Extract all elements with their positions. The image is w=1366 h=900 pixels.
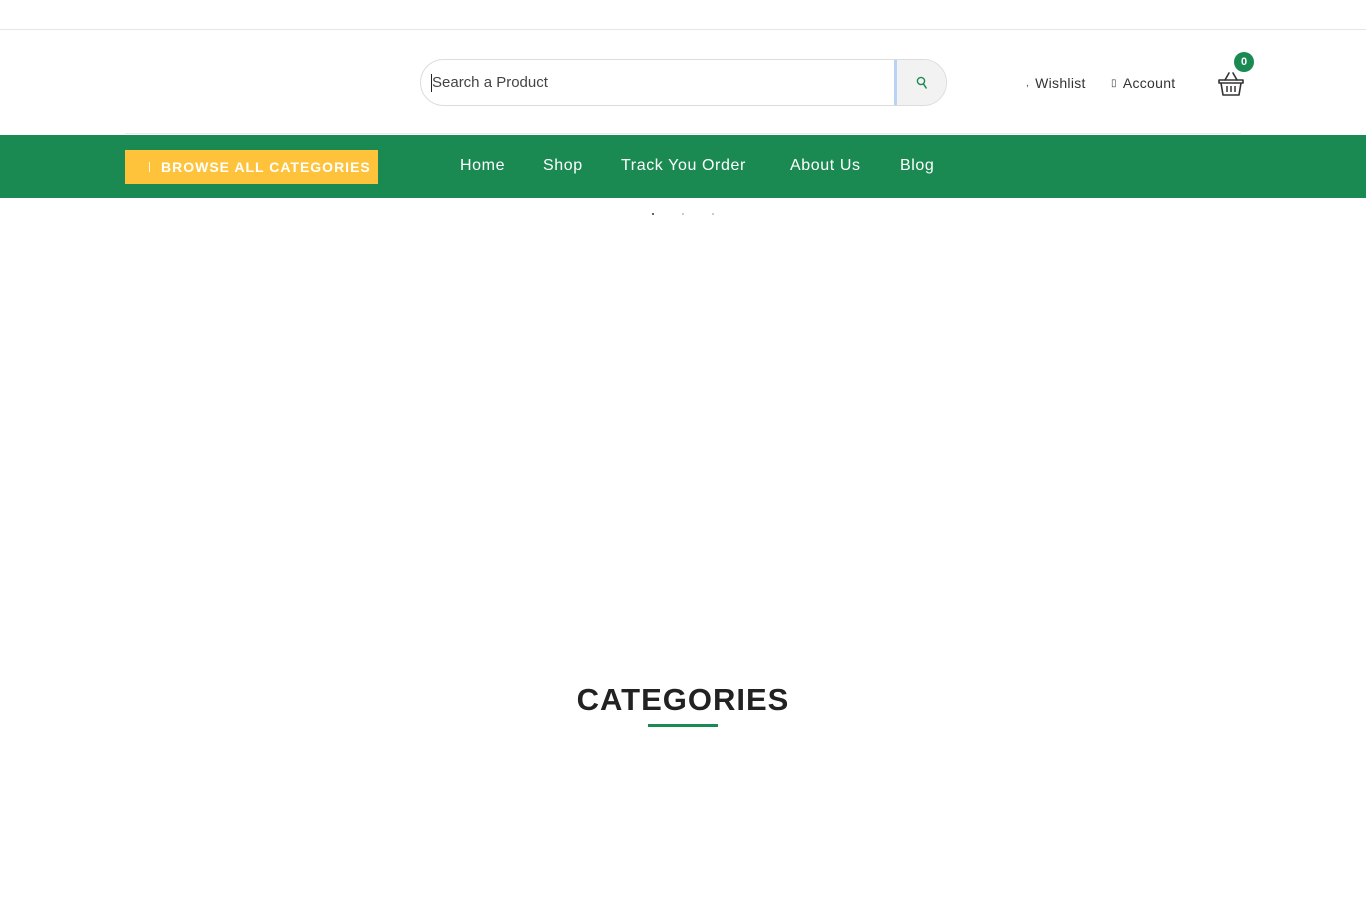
slider-dot[interactable] bbox=[712, 213, 714, 215]
heart-icon: , bbox=[1026, 77, 1030, 89]
browse-categories-label: BROWSE ALL CATEGORIES bbox=[161, 159, 371, 175]
slider-dot[interactable] bbox=[682, 213, 684, 215]
search-input[interactable] bbox=[421, 60, 895, 105]
nav-item-track-order[interactable]: Track You Order bbox=[621, 157, 746, 177]
nav-item-blog[interactable]: Blog bbox=[900, 157, 934, 177]
user-icon: ▯ bbox=[1111, 77, 1117, 89]
wishlist-link[interactable]: , Wishlist bbox=[1026, 74, 1086, 92]
search-button[interactable] bbox=[897, 60, 946, 105]
section-title-underline bbox=[648, 724, 718, 727]
browse-categories-button[interactable]: BROWSE ALL CATEGORIES bbox=[125, 150, 378, 184]
search-bar bbox=[420, 59, 947, 106]
account-link[interactable]: ▯ Account bbox=[1111, 74, 1176, 92]
top-bar bbox=[0, 0, 1366, 30]
cart-count-badge: 0 bbox=[1234, 52, 1254, 72]
search-icon bbox=[916, 76, 928, 90]
slider-dot[interactable] bbox=[652, 213, 654, 215]
nav-item-shop[interactable]: Shop bbox=[543, 157, 583, 177]
hero-slider bbox=[0, 199, 1366, 659]
header-divider bbox=[125, 133, 1241, 134]
account-label: Account bbox=[1122, 75, 1176, 91]
slider-pagination bbox=[650, 213, 720, 217]
categories-section-title: CATEGORIES bbox=[576, 682, 790, 717]
wishlist-label: Wishlist bbox=[1035, 75, 1086, 91]
text-caret bbox=[431, 74, 432, 92]
nav-item-home[interactable]: Home bbox=[460, 157, 505, 177]
menu-bars-icon bbox=[147, 162, 153, 172]
nav-item-about-us[interactable]: About Us bbox=[790, 157, 861, 177]
site-logo[interactable] bbox=[125, 60, 355, 106]
